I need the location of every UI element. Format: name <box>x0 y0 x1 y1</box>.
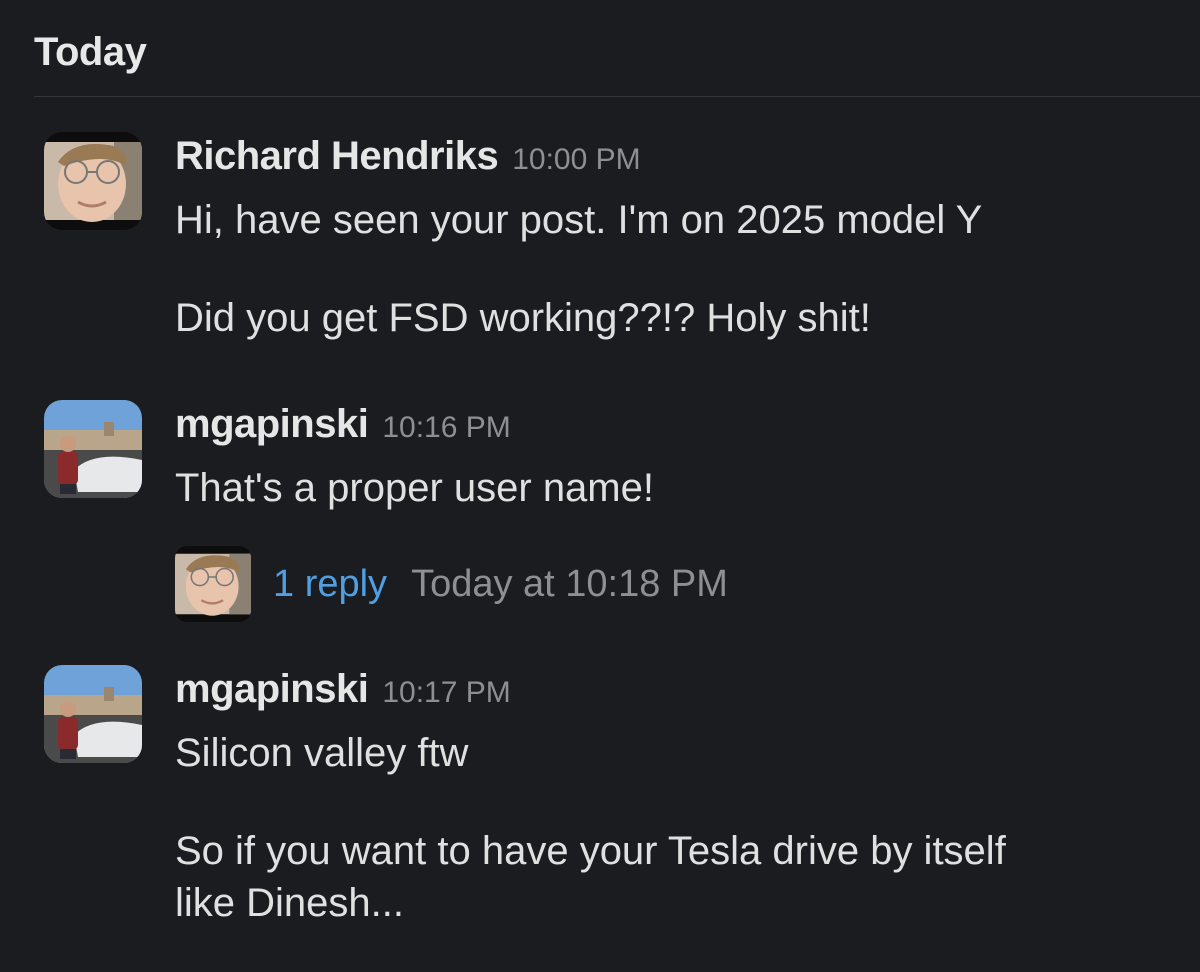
message-header: mgapinski 10:17 PM <box>175 665 1180 727</box>
author-name[interactable]: mgapinski <box>175 402 369 447</box>
avatar-image <box>44 132 142 230</box>
person-with-car-avatar[interactable] <box>44 400 142 498</box>
message-timestamp[interactable]: 10:17 PM <box>382 676 510 710</box>
reply-count-link[interactable]: 1 reply <box>273 563 387 606</box>
last-reply-time: Today at 10:18 PM <box>411 562 728 605</box>
person-with-glasses-avatar[interactable] <box>44 132 142 230</box>
avatar-image <box>175 546 251 622</box>
message-text: That's a proper user name! <box>175 466 654 510</box>
message-timestamp[interactable]: 10:16 PM <box>382 411 510 445</box>
message-text: So if you want to have your Tesla drive … <box>175 829 1006 925</box>
message-text: Silicon valley ftw <box>175 731 469 775</box>
avatar-image <box>44 665 142 763</box>
date-divider-line <box>34 96 1200 97</box>
message-body: mgapinski 10:17 PM Silicon valley ftw So… <box>175 665 1180 929</box>
person-with-car-avatar[interactable] <box>44 665 142 763</box>
thread-summary[interactable]: 1 reply Today at 10:18 PM <box>175 546 728 622</box>
message-header: Richard Hendriks 10:00 PM <box>175 132 1180 194</box>
author-name[interactable]: mgapinski <box>175 667 369 712</box>
date-divider-label: Today <box>34 30 147 74</box>
person-with-glasses-avatar <box>175 546 251 622</box>
message-timestamp[interactable]: 10:00 PM <box>512 143 640 177</box>
message-body: mgapinski 10:16 PM That's a proper user … <box>175 400 1180 514</box>
avatar-image <box>44 400 142 498</box>
message-text: Hi, have seen your post. I'm on 2025 mod… <box>175 198 983 242</box>
message-header: mgapinski 10:16 PM <box>175 400 1180 462</box>
message-text: Did you get FSD working??!? Holy shit! <box>175 296 871 340</box>
author-name[interactable]: Richard Hendriks <box>175 134 499 179</box>
message-body: Richard Hendriks 10:00 PM Hi, have seen … <box>175 132 1180 344</box>
